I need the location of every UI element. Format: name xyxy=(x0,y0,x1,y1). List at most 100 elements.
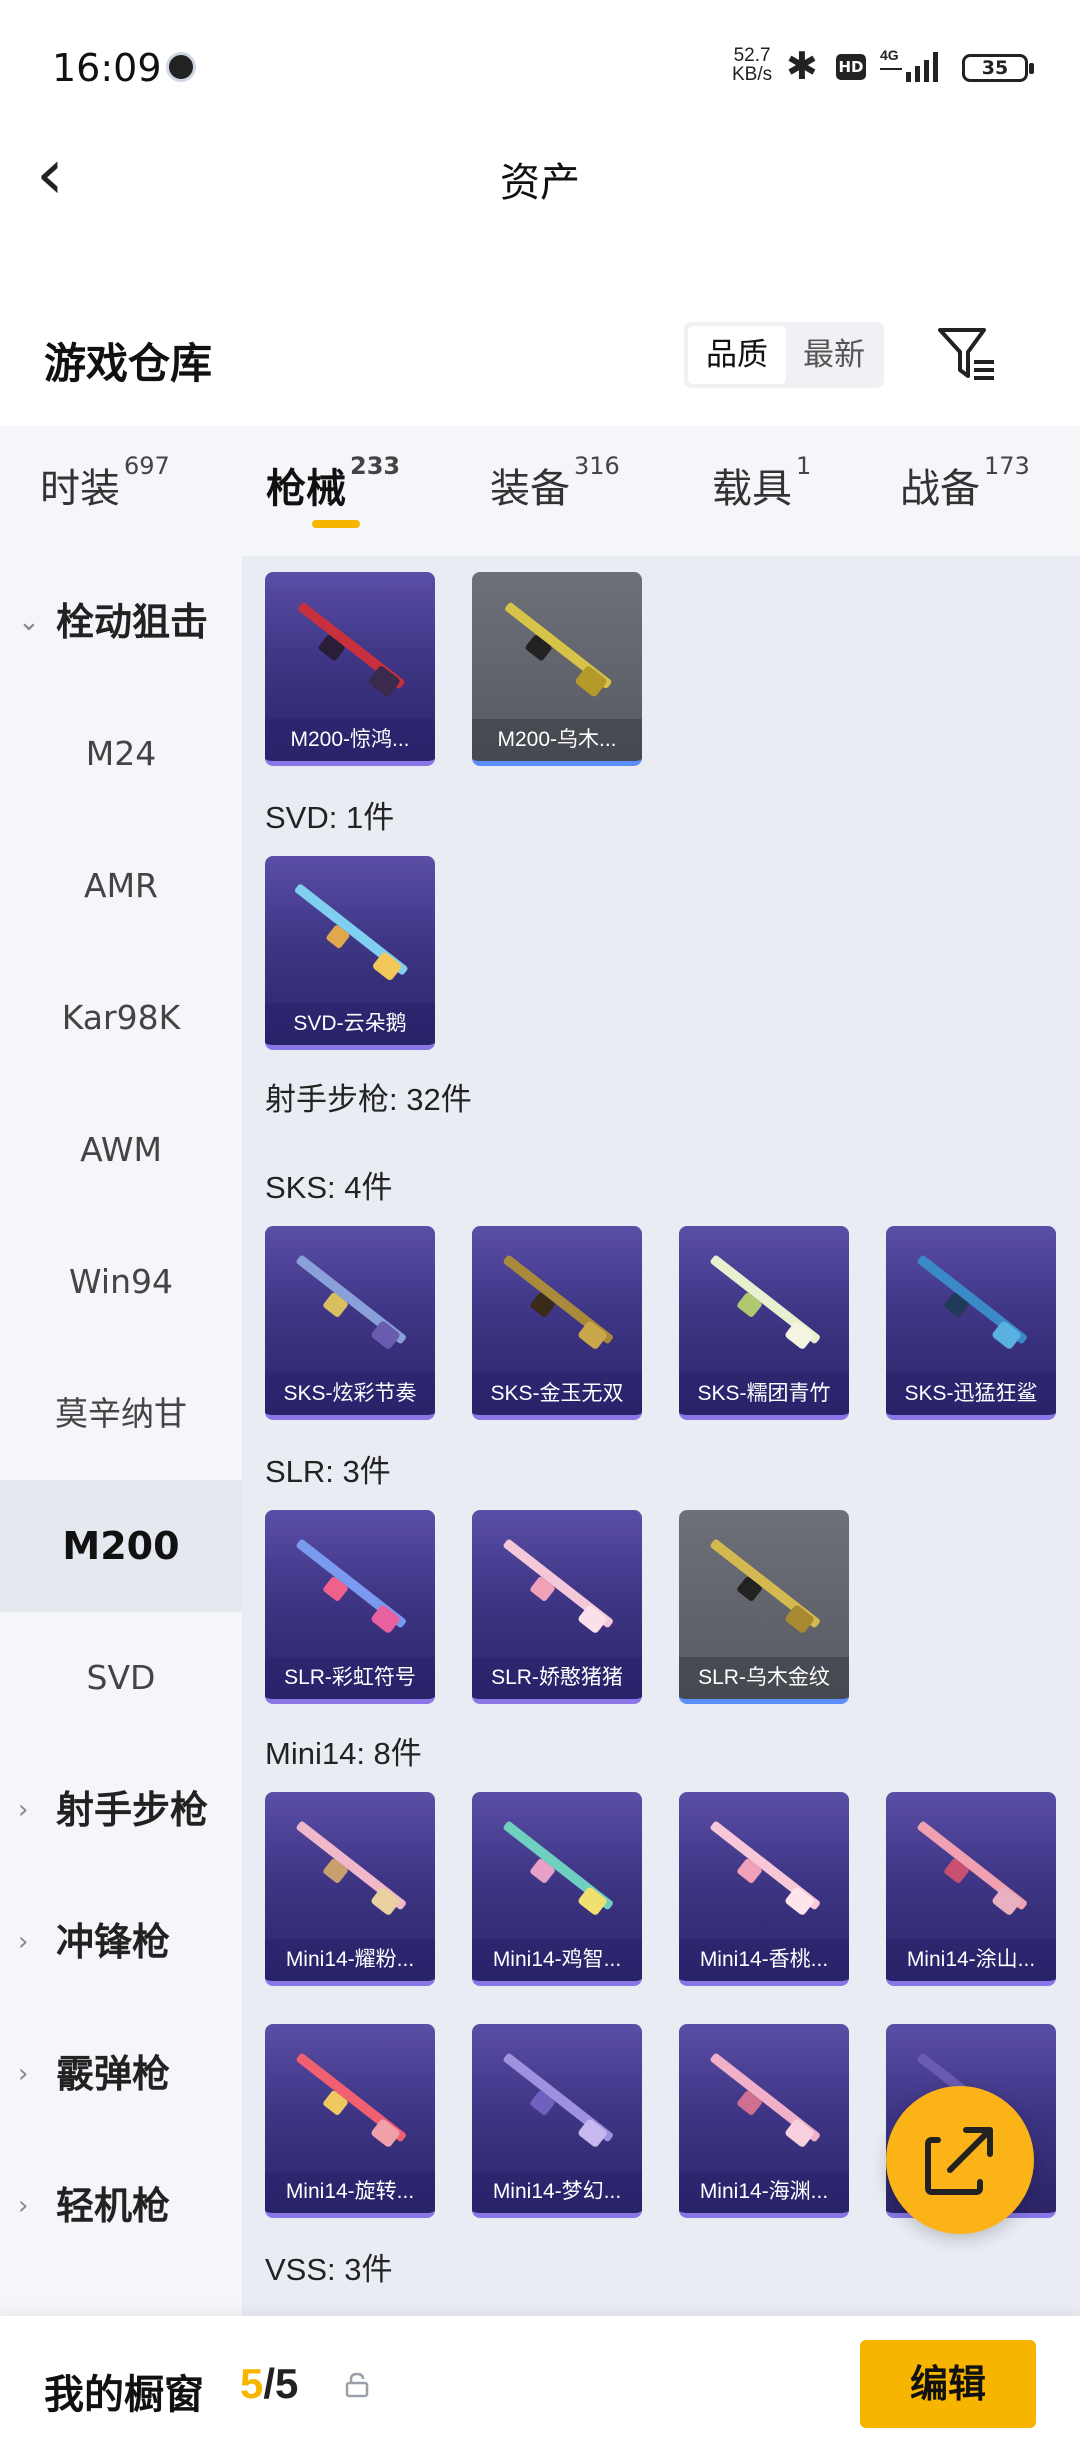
warehouse-title: 游戏仓库 xyxy=(44,339,213,388)
tab-count: 1 xyxy=(796,452,812,480)
sort-quality-button[interactable]: 品质 xyxy=(688,326,786,384)
share-button[interactable] xyxy=(886,2086,1034,2234)
tab-label: 战备 xyxy=(900,466,980,512)
status-bar: 16:09 52.7 KB/s ✱ HD 4G 35 xyxy=(0,0,1080,140)
hd-icon: HD xyxy=(836,54,866,80)
weapon-card[interactable]: SKS-金玉无双 xyxy=(472,1226,642,1420)
section-header-slr: SLR: 3件 xyxy=(265,1454,391,1489)
weapon-card[interactable]: SVD-云朵鹅 xyxy=(265,856,435,1050)
sidebar-item-mosin[interactable]: 莫辛纳甘 xyxy=(0,1348,242,1480)
sidebar-group-dmr[interactable]: › 射手步枪 xyxy=(0,1744,242,1876)
weapon-card[interactable]: Mini14-鸡智... xyxy=(472,1792,642,1986)
sidebar-group-smg[interactable]: › 冲锋枪 xyxy=(0,1876,242,2008)
weapon-card[interactable]: SLR-娇憨猪猪 xyxy=(472,1510,642,1704)
rifle-icon xyxy=(710,1539,820,1633)
sidebar-group-label: 冲锋枪 xyxy=(56,1920,171,1964)
sidebar-group-label: 栓动狙击 xyxy=(56,600,209,644)
tab-label: 枪械 xyxy=(266,466,346,512)
weapon-card[interactable]: SKS-糯团青竹 xyxy=(679,1226,849,1420)
rifle-icon xyxy=(296,2053,406,2147)
weapon-card[interactable]: M200-惊鸿... xyxy=(265,572,435,766)
weapon-sidebar: ⌄ 栓动狙击 M24 AMR Kar98K AWM Win94 莫辛纳甘 M200… xyxy=(0,556,242,2316)
card-label: M200-惊鸿... xyxy=(265,719,435,761)
weapon-card[interactable]: SKS-迅猛狂鲨 xyxy=(886,1226,1056,1420)
tab-guns[interactable]: 枪械 233 xyxy=(266,452,400,514)
sidebar-item-m24[interactable]: M24 xyxy=(0,688,242,820)
battery-icon: 35 xyxy=(962,54,1034,82)
section-header-svd: SVD: 1件 xyxy=(265,800,395,835)
card-label: SKS-糯团青竹 xyxy=(679,1373,849,1415)
rifle-icon xyxy=(917,1821,1027,1915)
rifle-icon xyxy=(710,1255,820,1349)
weapon-card[interactable]: Mini14-梦幻... xyxy=(472,2024,642,2218)
rifle-icon xyxy=(296,1539,406,1633)
chevron-right-icon: › xyxy=(18,2191,29,2221)
rifle-icon xyxy=(917,1255,1027,1349)
weapon-card[interactable]: Mini14-香桃... xyxy=(679,1792,849,1986)
weapon-card[interactable]: SLR-彩虹符号 xyxy=(265,1510,435,1704)
rifle-icon xyxy=(294,884,408,980)
filter-icon[interactable] xyxy=(934,324,998,384)
tab-count: 233 xyxy=(350,452,401,480)
sort-newest-button[interactable]: 最新 xyxy=(786,326,882,384)
sidebar-group-lmg[interactable]: › 轻机枪 xyxy=(0,2140,242,2272)
tab-label: 时装 xyxy=(40,466,120,512)
edit-button[interactable]: 编辑 xyxy=(860,2340,1036,2428)
card-label: Mini14-海渊... xyxy=(679,2171,849,2213)
bluetooth-icon: ✱ xyxy=(786,44,818,88)
weapon-card[interactable]: M200-乌木... xyxy=(472,572,642,766)
tab-vehicles[interactable]: 载具 1 xyxy=(712,452,811,514)
rifle-icon xyxy=(710,1821,820,1915)
section-header-vss: VSS: 3件 xyxy=(265,2252,393,2287)
section-header-dmr: 射手步枪: 32件 xyxy=(265,1082,472,1117)
card-label: SKS-炫彩节奏 xyxy=(265,1373,435,1415)
my-showcase-label: 我的橱窗 xyxy=(44,2372,204,2418)
sidebar-item-kar98k[interactable]: Kar98K xyxy=(0,952,242,1084)
card-label: SKS-金玉无双 xyxy=(472,1373,642,1415)
tab-label: 载具 xyxy=(712,466,792,512)
sidebar-group-shotgun[interactable]: › 霰弹枪 xyxy=(0,2008,242,2140)
weapon-card[interactable]: Mini14-旋转... xyxy=(265,2024,435,2218)
sidebar-item-amr[interactable]: AMR xyxy=(0,820,242,952)
card-label: SVD-云朵鹅 xyxy=(265,1003,435,1045)
weapon-card[interactable]: Mini14-耀粉... xyxy=(265,1792,435,1986)
lock-icon xyxy=(345,2372,369,2398)
rifle-icon xyxy=(505,602,612,697)
sidebar-item-awm[interactable]: AWM xyxy=(0,1084,242,1216)
card-label: Mini14-鸡智... xyxy=(472,1939,642,1981)
card-label: Mini14-耀粉... xyxy=(265,1939,435,1981)
tab-equipment[interactable]: 装备 316 xyxy=(490,452,620,514)
showcase-count: 5/5 xyxy=(240,2360,298,2408)
rifle-icon xyxy=(503,1821,613,1915)
tab-indicator xyxy=(312,520,360,528)
sidebar-item-svd[interactable]: SVD xyxy=(0,1612,242,1744)
weapon-card[interactable]: Mini14-海渊... xyxy=(679,2024,849,2218)
tab-supplies[interactable]: 战备 173 xyxy=(900,452,1030,514)
tab-label: 装备 xyxy=(490,466,570,512)
card-label: M200-乌木... xyxy=(472,719,642,761)
sidebar-item-win94[interactable]: Win94 xyxy=(0,1216,242,1348)
signal-icon: 4G xyxy=(880,47,938,82)
showcase-separator: / xyxy=(263,2360,276,2407)
chevron-right-icon: › xyxy=(18,1927,29,1957)
rifle-icon xyxy=(710,2053,820,2147)
weapon-card[interactable]: SKS-炫彩节奏 xyxy=(265,1226,435,1420)
weapon-card[interactable]: SLR-乌木金纹 xyxy=(679,1510,849,1704)
tab-fashion[interactable]: 时装 697 xyxy=(40,452,170,514)
sidebar-group-bolt-action[interactable]: ⌄ 栓动狙击 xyxy=(0,556,242,688)
rifle-icon xyxy=(503,1255,613,1349)
tab-count: 697 xyxy=(124,452,170,480)
card-label: SLR-娇憨猪猪 xyxy=(472,1657,642,1699)
rifle-icon xyxy=(503,1539,613,1633)
net-speed-unit: KB/s xyxy=(732,64,773,85)
weapon-card[interactable]: Mini14-涂山... xyxy=(886,1792,1056,1986)
share-icon xyxy=(925,2127,993,2195)
network-type: 4G xyxy=(880,47,899,63)
card-label: Mini14-香桃... xyxy=(679,1939,849,1981)
chevron-right-icon: › xyxy=(18,1795,29,1825)
rifle-icon xyxy=(503,2053,613,2147)
sidebar-item-m200[interactable]: M200 xyxy=(0,1480,242,1612)
net-speed-value: 52.7 xyxy=(733,45,771,66)
sidebar-group-label: 射手步枪 xyxy=(56,1788,209,1832)
rifle-icon xyxy=(296,1255,406,1349)
